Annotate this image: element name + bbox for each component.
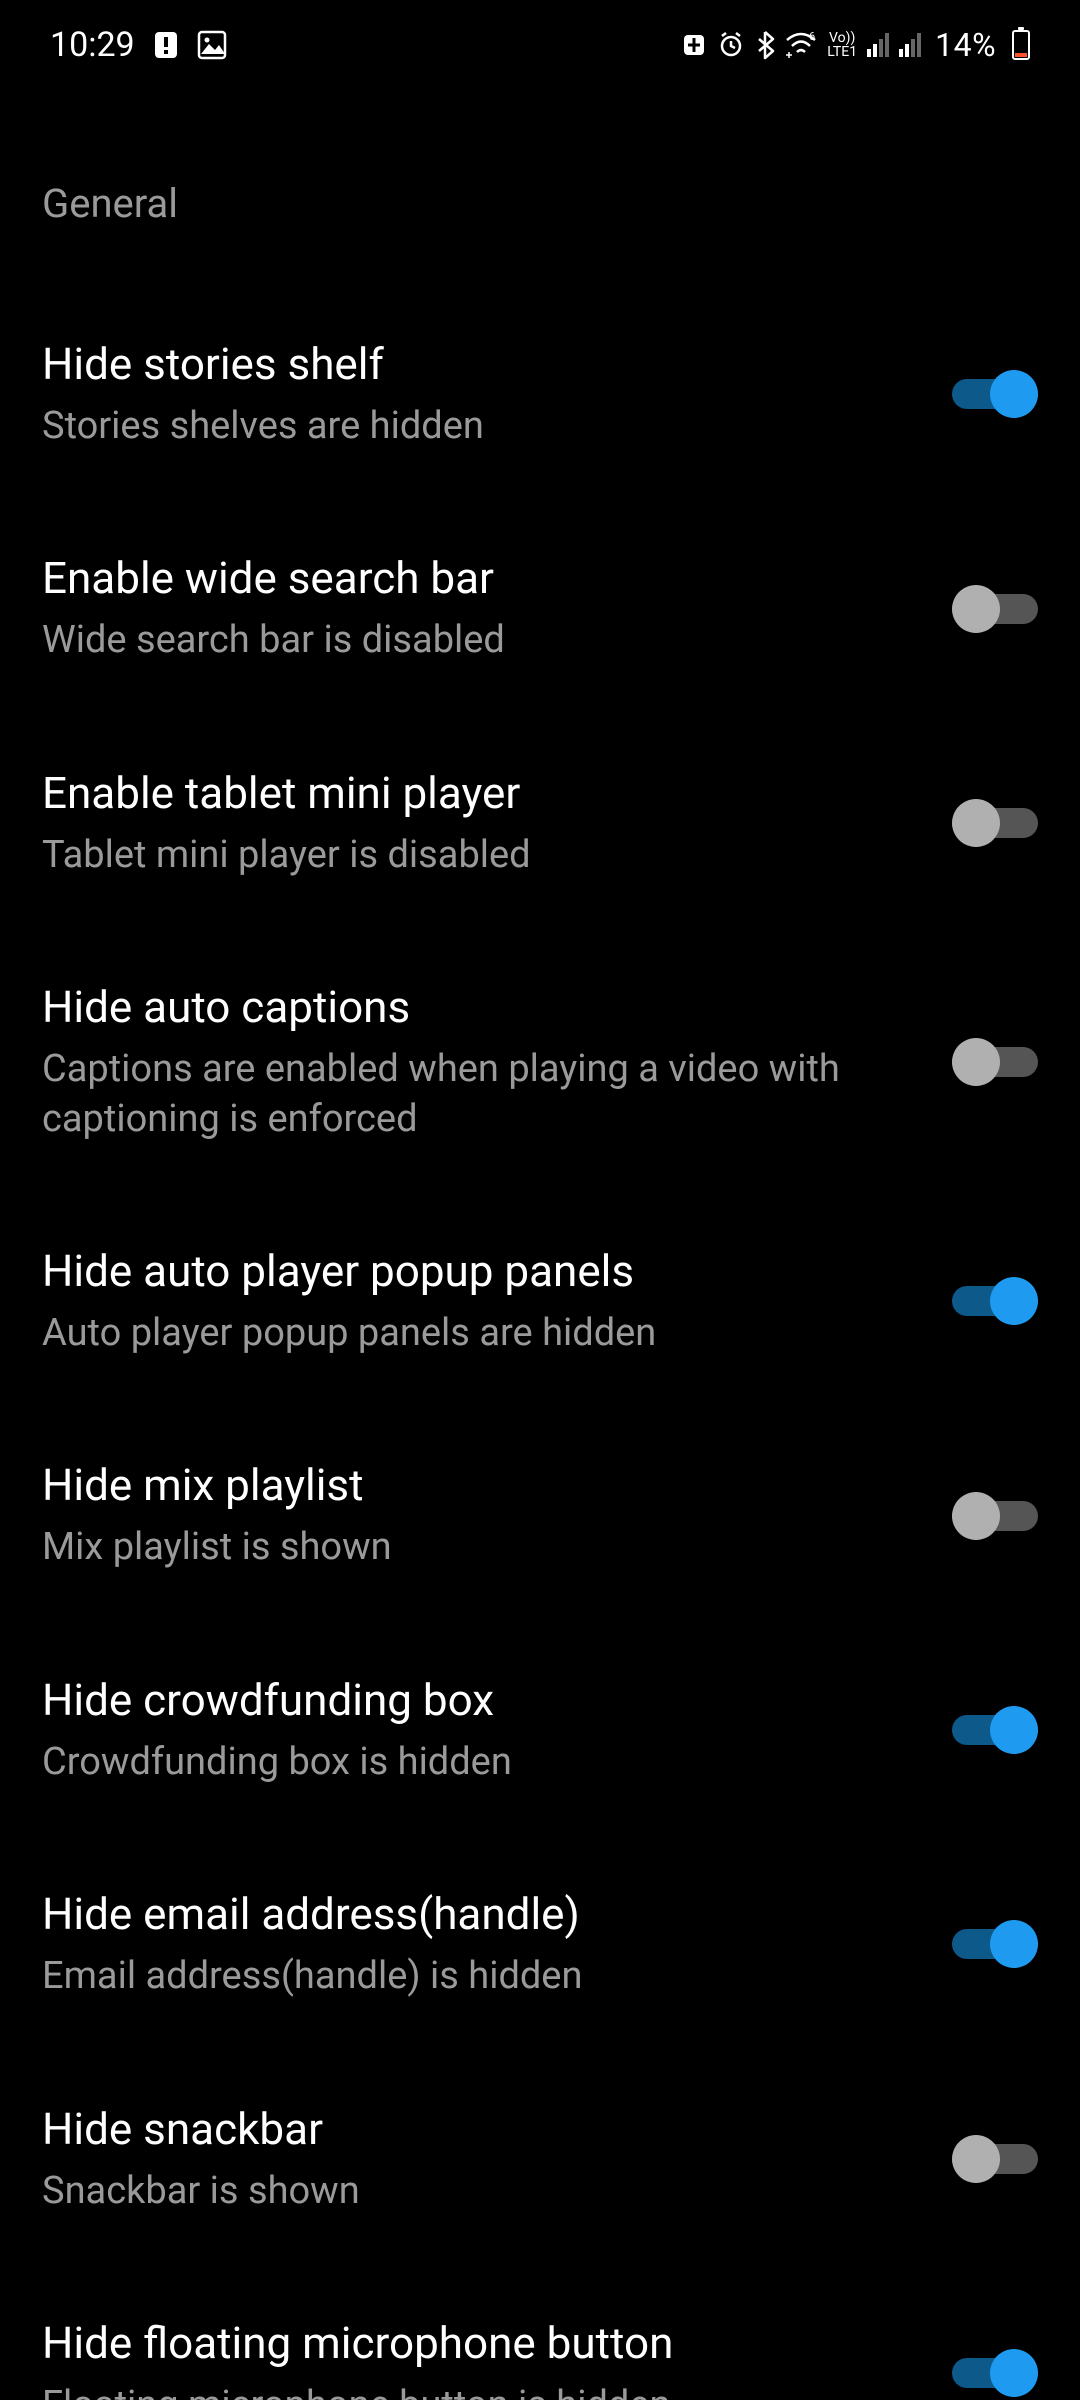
setting-subtitle: Mix playlist is shown xyxy=(42,1523,912,1572)
setting-row[interactable]: Enable tablet mini player Tablet mini pla… xyxy=(42,716,1038,930)
setting-text: Hide crowdfunding box Crowdfunding box is… xyxy=(42,1673,952,1787)
settings-list: Hide stories shelf Stories shelves are hi… xyxy=(42,287,1038,2400)
svg-text:6: 6 xyxy=(809,32,815,43)
setting-subtitle: Snackbar is shown xyxy=(42,2167,912,2216)
setting-text: Hide floating microphone button Floating … xyxy=(42,2316,952,2400)
bluetooth-icon xyxy=(755,30,775,60)
setting-toggle[interactable] xyxy=(952,1492,1038,1540)
wifi-icon: 6 xyxy=(785,32,817,58)
status-bar: 10:29 6 Vo)) LTE1 14% xyxy=(0,0,1080,90)
setting-row[interactable]: Hide crowdfunding box Crowdfunding box is… xyxy=(42,1623,1038,1837)
setting-subtitle: Tablet mini player is disabled xyxy=(42,831,912,880)
setting-row[interactable]: Hide stories shelf Stories shelves are hi… xyxy=(42,287,1038,501)
data-saver-icon xyxy=(681,32,707,58)
settings-content: General Hide stories shelf Stories shelve… xyxy=(0,90,1080,2400)
setting-toggle[interactable] xyxy=(952,799,1038,847)
battery-percentage: 14% xyxy=(935,26,996,64)
setting-subtitle: Auto player popup panels are hidden xyxy=(42,1309,912,1358)
setting-row[interactable]: Hide mix playlist Mix playlist is shown xyxy=(42,1408,1038,1622)
section-header-general: General xyxy=(42,180,1038,227)
setting-toggle[interactable] xyxy=(952,370,1038,418)
setting-toggle[interactable] xyxy=(952,1038,1038,1086)
warning-icon xyxy=(153,30,179,60)
setting-text: Hide auto captions Captions are enabled w… xyxy=(42,980,952,1144)
setting-title: Hide crowdfunding box xyxy=(42,1673,912,1728)
setting-row[interactable]: Hide auto player popup panels Auto player… xyxy=(42,1194,1038,1408)
toggle-thumb xyxy=(990,1277,1038,1325)
signal-2-icon xyxy=(899,33,921,57)
setting-text: Hide snackbar Snackbar is shown xyxy=(42,2102,952,2216)
toggle-thumb xyxy=(990,370,1038,418)
toggle-thumb xyxy=(990,1920,1038,1968)
toggle-thumb xyxy=(952,1038,1000,1086)
setting-row[interactable]: Hide auto captions Captions are enabled w… xyxy=(42,930,1038,1194)
setting-row[interactable]: Enable wide search bar Wide search bar is… xyxy=(42,501,1038,715)
setting-toggle[interactable] xyxy=(952,1920,1038,1968)
toggle-thumb xyxy=(990,1706,1038,1754)
setting-subtitle: Stories shelves are hidden xyxy=(42,402,912,451)
status-time: 10:29 xyxy=(50,25,135,65)
setting-row[interactable]: Hide email address(handle) Email address(… xyxy=(42,1837,1038,2051)
image-icon xyxy=(197,30,227,60)
setting-title: Hide auto player popup panels xyxy=(42,1244,912,1299)
setting-subtitle: Captions are enabled when playing a vide… xyxy=(42,1045,912,1144)
setting-subtitle: Wide search bar is disabled xyxy=(42,616,912,665)
setting-text: Hide email address(handle) Email address(… xyxy=(42,1887,952,2001)
setting-toggle[interactable] xyxy=(952,2135,1038,2183)
setting-toggle[interactable] xyxy=(952,1706,1038,1754)
setting-title: Enable wide search bar xyxy=(42,551,912,606)
setting-title: Hide snackbar xyxy=(42,2102,912,2157)
toggle-thumb xyxy=(952,799,1000,847)
setting-title: Hide floating microphone button xyxy=(42,2316,912,2371)
setting-toggle[interactable] xyxy=(952,585,1038,633)
battery-icon xyxy=(1012,30,1030,60)
toggle-thumb xyxy=(952,1492,1000,1540)
setting-text: Hide stories shelf Stories shelves are hi… xyxy=(42,337,952,451)
toggle-thumb xyxy=(952,585,1000,633)
setting-text: Hide auto player popup panels Auto player… xyxy=(42,1244,952,1358)
setting-row[interactable]: Hide snackbar Snackbar is shown xyxy=(42,2052,1038,2266)
setting-subtitle: Crowdfunding box is hidden xyxy=(42,1738,912,1787)
setting-title: Hide auto captions xyxy=(42,980,912,1035)
volte-icon: Vo)) LTE1 xyxy=(827,31,857,59)
setting-title: Hide stories shelf xyxy=(42,337,912,392)
alarm-icon xyxy=(717,31,745,59)
status-right: 6 Vo)) LTE1 14% xyxy=(681,26,1030,64)
setting-text: Enable wide search bar Wide search bar is… xyxy=(42,551,952,665)
setting-title: Hide email address(handle) xyxy=(42,1887,912,1942)
setting-toggle[interactable] xyxy=(952,1277,1038,1325)
signal-1-icon xyxy=(867,33,889,57)
setting-subtitle: Floating microphone button is hidden xyxy=(42,2381,912,2400)
setting-row[interactable]: Hide floating microphone button Floating … xyxy=(42,2266,1038,2400)
toggle-thumb xyxy=(990,2349,1038,2397)
setting-title: Hide mix playlist xyxy=(42,1458,912,1513)
setting-toggle[interactable] xyxy=(952,2349,1038,2397)
toggle-thumb xyxy=(952,2135,1000,2183)
setting-title: Enable tablet mini player xyxy=(42,766,912,821)
setting-subtitle: Email address(handle) is hidden xyxy=(42,1952,912,2001)
setting-text: Hide mix playlist Mix playlist is shown xyxy=(42,1458,952,1572)
setting-text: Enable tablet mini player Tablet mini pla… xyxy=(42,766,952,880)
status-left: 10:29 xyxy=(50,25,227,65)
